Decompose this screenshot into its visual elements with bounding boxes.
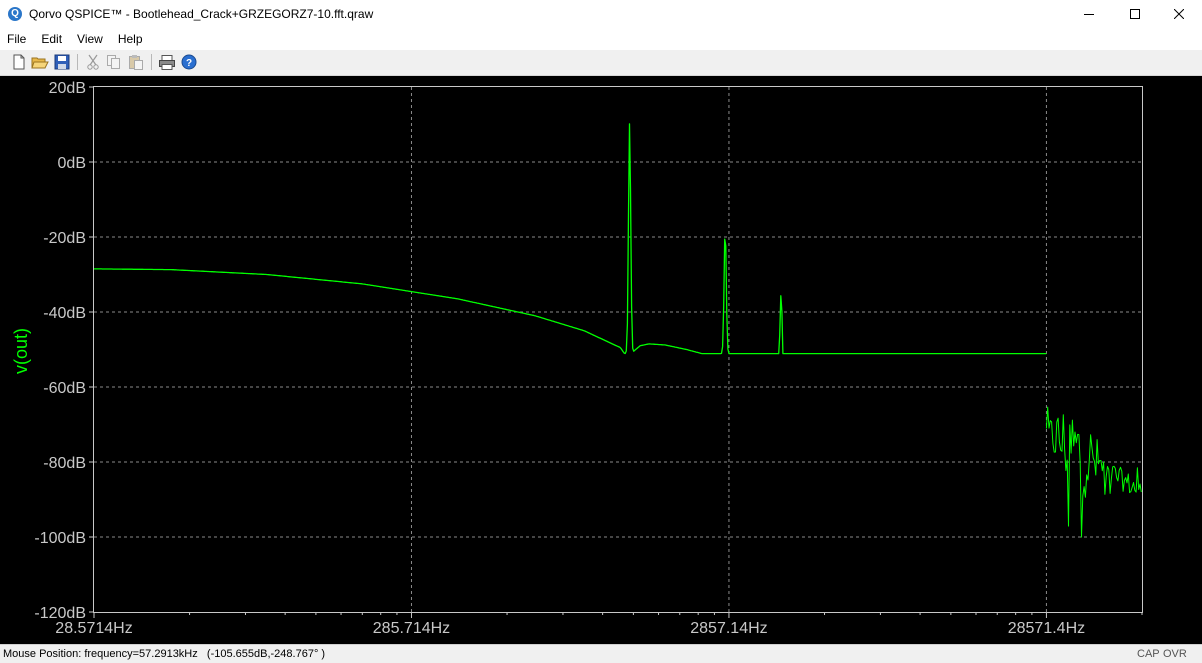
minimize-icon	[1084, 14, 1094, 15]
y-tick-label: -80dB	[43, 455, 86, 472]
menu-bar: File Edit View Help	[0, 28, 1202, 50]
save-icon	[54, 54, 70, 70]
help-icon: ?	[181, 54, 197, 70]
y-axis-title: v(out)	[11, 328, 31, 374]
y-tick-label: 0dB	[58, 155, 86, 172]
menu-help[interactable]: Help	[110, 28, 150, 50]
minimize-button[interactable]	[1066, 0, 1112, 28]
save-button[interactable]	[53, 53, 71, 71]
close-button[interactable]	[1156, 0, 1202, 28]
status-bar: Mouse Position: frequency=57.2913kHz (-1…	[0, 644, 1202, 663]
new-file-icon	[13, 54, 25, 70]
caps-lock-indicator: CAP	[1137, 648, 1160, 660]
waveform-plot-area[interactable]: 20dB 0dB -20dB -40dB -60dB -80dB -100dB -120dB …	[0, 76, 1202, 644]
y-tick-label: -100dB	[34, 530, 86, 547]
close-icon	[1174, 9, 1184, 19]
copy-button[interactable]	[105, 53, 123, 71]
window-title: Qorvo QSPICE™ - Bootlehead_Crack+GRZEGOR…	[29, 7, 374, 21]
paste-button[interactable]	[127, 53, 145, 71]
x-tick-label: 285.714Hz	[373, 620, 450, 637]
title-bar: Q Qorvo QSPICE™ - Bootlehead_Crack+GRZEG…	[0, 0, 1202, 28]
maximize-icon	[1130, 9, 1140, 19]
x-tick-label: 2857.14Hz	[690, 620, 767, 637]
cut-button[interactable]	[84, 53, 102, 71]
paste-icon	[129, 55, 143, 70]
print-button[interactable]	[158, 53, 176, 71]
svg-text:?: ?	[186, 58, 192, 69]
y-tick-label: -60dB	[43, 380, 86, 397]
help-button[interactable]: ?	[180, 53, 198, 71]
toolbar-separator	[151, 54, 152, 70]
x-tick-label: 28.5714Hz	[55, 620, 132, 637]
mouse-position-readout: Mouse Position: frequency=57.2913kHz (-1…	[3, 648, 326, 660]
menu-file[interactable]: File	[0, 28, 33, 50]
y-tick-label: 20dB	[49, 80, 86, 97]
cut-icon	[87, 54, 99, 70]
y-tick-label: -40dB	[43, 305, 86, 322]
maximize-button[interactable]	[1112, 0, 1158, 28]
copy-icon	[107, 55, 120, 69]
open-folder-icon	[31, 57, 49, 69]
toolbar-separator	[77, 54, 78, 70]
plot-background	[0, 76, 1202, 644]
qspice-app-icon: Q	[8, 7, 22, 21]
fft-plot: 20dB0dB-20dB-40dB-60dB-80dB-100dB-120dB …	[0, 76, 1202, 644]
x-tick-label: 28571.4Hz	[1008, 620, 1085, 637]
new-file-button[interactable]	[10, 53, 28, 71]
y-tick-label: -20dB	[43, 230, 86, 247]
menu-view[interactable]: View	[69, 28, 110, 50]
overwrite-indicator: OVR	[1163, 648, 1187, 660]
print-icon	[159, 55, 175, 70]
menu-edit[interactable]: Edit	[33, 28, 69, 50]
toolbar: ?	[0, 50, 1202, 76]
open-button[interactable]	[31, 53, 49, 71]
